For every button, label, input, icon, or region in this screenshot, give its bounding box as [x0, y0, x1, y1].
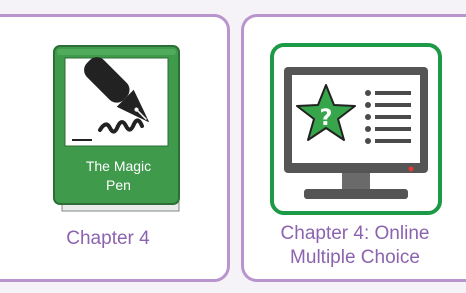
card-label[interactable]: Chapter 4 [0, 227, 227, 251]
chapter-4-online-multiple-choice-card[interactable]: ? Chapter 4: Online Multiple Choice [241, 14, 466, 282]
quiz-monitor-thumbnail[interactable]: ? [270, 43, 442, 215]
book-title-line-2: Pen [106, 177, 131, 193]
magic-pen-book-thumbnail[interactable]: The Magic Pen [52, 44, 185, 214]
chapter-4-card[interactable]: The Magic Pen Chapter 4 [0, 14, 230, 282]
quiz-monitor-icon: ? [270, 43, 442, 215]
card-label-line-1: Chapter 4: Online [280, 223, 430, 244]
card-label[interactable]: Chapter 4: Online Multiple Choice [244, 222, 466, 270]
card-label-line-2: Multiple Choice [290, 247, 420, 268]
svg-text:?: ? [320, 106, 333, 131]
book-title-line-1: The Magic [85, 158, 152, 174]
